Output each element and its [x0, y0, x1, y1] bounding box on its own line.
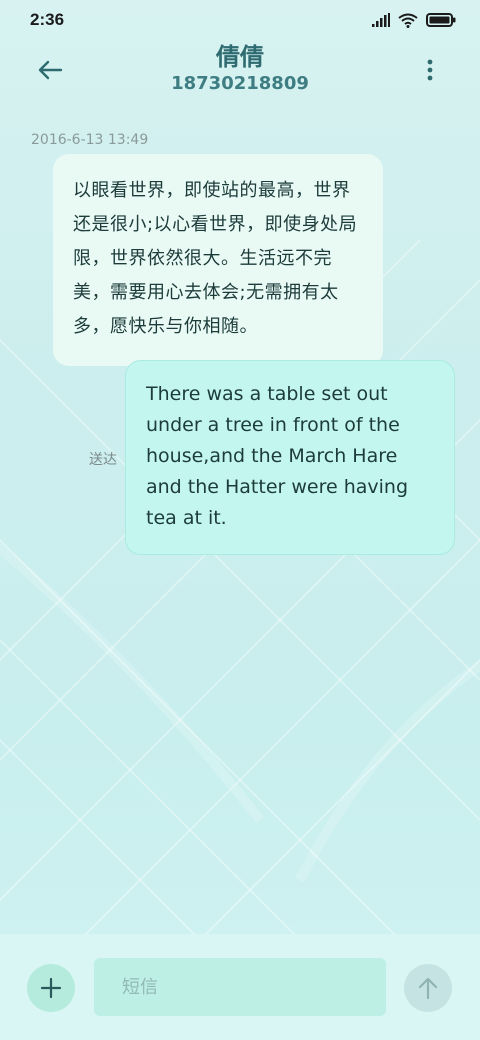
contact-number: 18730218809: [171, 73, 309, 94]
battery-icon: [426, 13, 456, 27]
more-vertical-icon: [427, 59, 433, 81]
send-button[interactable]: [404, 964, 452, 1012]
plus-icon: [40, 977, 62, 999]
outgoing-message-bubble[interactable]: There was a table set out under a tree i…: [125, 360, 455, 555]
arrow-up-icon: [418, 977, 438, 1000]
back-button[interactable]: [26, 50, 74, 90]
delivery-status: 送达: [89, 452, 117, 468]
status-icons: [372, 10, 456, 30]
more-options-button[interactable]: [410, 54, 450, 86]
incoming-message-bubble[interactable]: 以眼看世界，即使站的最高，世界还是很小;以心看世界，即使身处局限，世界依然很大。…: [53, 154, 383, 366]
signal-icon: [372, 13, 390, 27]
message-timestamp: 2016-6-13 13:49: [31, 132, 149, 148]
composer-bar: [0, 934, 480, 1040]
add-attachment-button[interactable]: [27, 964, 75, 1012]
status-bar: 2:36: [0, 0, 480, 40]
conversation-header: 倩倩 18730218809: [0, 40, 480, 100]
contact-info: 倩倩 18730218809: [120, 42, 360, 95]
status-time: 2:36: [30, 10, 65, 29]
wifi-icon: [398, 13, 418, 28]
arrow-left-icon: [38, 60, 63, 80]
contact-name: 倩倩: [216, 43, 264, 71]
sms-input[interactable]: [94, 958, 386, 1016]
